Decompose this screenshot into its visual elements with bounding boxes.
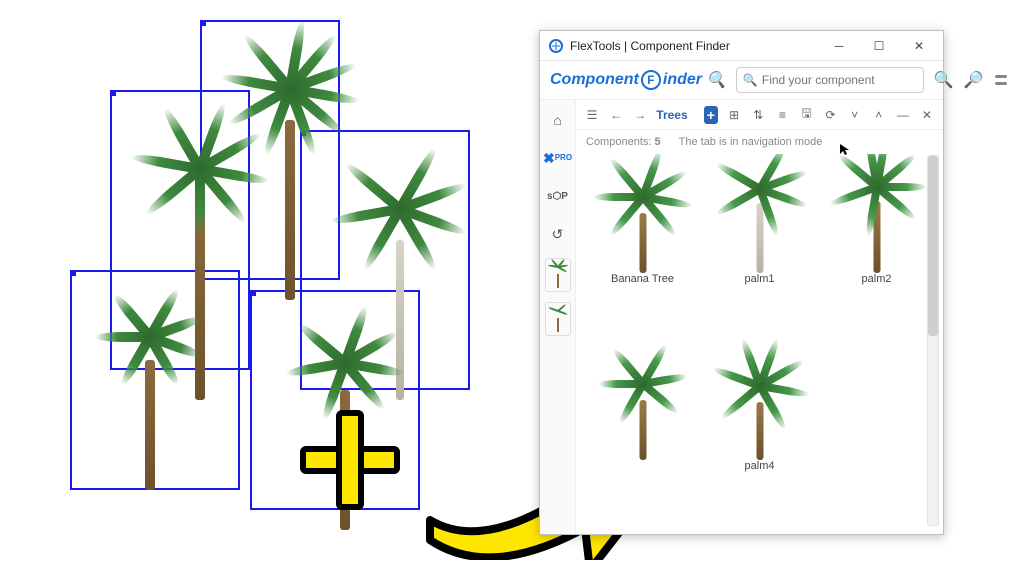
zoom-in-icon[interactable]: 🔍 xyxy=(934,70,954,90)
components-count-value: 5 xyxy=(655,136,661,148)
collapse-up-icon[interactable]: ˅ xyxy=(847,105,863,125)
app-logo: Component F inder 🔍 xyxy=(550,70,726,90)
component-card[interactable]: palm4 xyxy=(705,345,814,524)
component-grid[interactable]: Banana Tree palm1 xyxy=(576,154,943,534)
minimize-tab-icon[interactable]: — xyxy=(895,105,911,125)
component-card[interactable]: palm2 xyxy=(822,158,931,337)
filter-icon[interactable]: ≡ xyxy=(774,105,790,125)
palm-model[interactable] xyxy=(100,290,200,490)
tab-toolbar: ☰ ← → Trees + ⊞ ⇅ ≡ 🖫 ⟳ ˅ ˄ — ✕ xyxy=(576,100,943,130)
settings-icon[interactable] xyxy=(994,70,1008,90)
save-icon[interactable]: 🖫 xyxy=(798,105,814,125)
component-card[interactable]: Banana Tree xyxy=(588,158,697,337)
pro-badge[interactable]: ✖ PRO xyxy=(544,144,572,172)
plus-overlay-icon xyxy=(300,410,400,510)
breadcrumb[interactable]: Trees xyxy=(656,108,687,122)
components-count-label: Components: xyxy=(586,136,651,148)
zoom-out-icon[interactable]: 🔎 xyxy=(964,70,984,90)
history-button[interactable]: ↺ xyxy=(544,220,572,248)
sidebar-thumb-2[interactable] xyxy=(545,302,571,336)
skp-button[interactable]: s⬡P xyxy=(544,182,572,210)
window-title: FlexTools | Component Finder xyxy=(570,39,730,53)
add-component-button[interactable]: + xyxy=(704,106,718,124)
component-label: Banana Tree xyxy=(611,273,674,285)
component-label: palm1 xyxy=(745,273,775,285)
minimize-button[interactable]: ─ xyxy=(819,32,859,60)
magnifier-icon: 🔍 xyxy=(706,70,726,90)
scrollbar-thumb[interactable] xyxy=(928,156,938,336)
new-folder-icon[interactable]: ⊞ xyxy=(726,105,742,125)
titlebar[interactable]: FlexTools | Component Finder ─ ☐ ✕ xyxy=(540,31,943,61)
sort-icon[interactable]: ⇅ xyxy=(750,105,766,125)
expand-down-icon[interactable]: ˄ xyxy=(871,105,887,125)
close-tab-icon[interactable]: ✕ xyxy=(919,105,935,125)
main-panel: ☰ ← → Trees + ⊞ ⇅ ≡ 🖫 ⟳ ˅ ˄ — ✕ Componen… xyxy=(576,100,943,534)
component-label: palm2 xyxy=(862,273,892,285)
nav-back-button[interactable]: ← xyxy=(608,105,624,125)
vertical-scrollbar[interactable] xyxy=(927,155,939,526)
logo-text-suffix: inder xyxy=(663,71,702,89)
header-bar: Component F inder 🔍 🔍 🔍 🔎 xyxy=(540,61,943,100)
component-card[interactable]: palm1 xyxy=(705,158,814,337)
refresh-icon[interactable]: ⟳ xyxy=(823,105,839,125)
home-button[interactable]: ⌂ xyxy=(544,106,572,134)
maximize-button[interactable]: ☐ xyxy=(859,32,899,60)
logo-text-prefix: Component xyxy=(550,71,639,89)
logo-badge: F xyxy=(641,70,661,90)
component-label: palm4 xyxy=(745,460,775,472)
close-button[interactable]: ✕ xyxy=(899,32,939,60)
nav-forward-button[interactable]: → xyxy=(632,105,648,125)
sidebar: ⌂ ✖ PRO s⬡P ↺ xyxy=(540,100,576,534)
search-icon: 🔍 xyxy=(743,73,758,87)
mode-text: The tab is in navigation mode xyxy=(679,136,823,148)
tree-view-icon[interactable]: ☰ xyxy=(584,105,600,125)
component-card[interactable] xyxy=(588,345,697,524)
search-box[interactable]: 🔍 xyxy=(736,67,924,93)
component-finder-window: FlexTools | Component Finder ─ ☐ ✕ Compo… xyxy=(539,30,944,535)
sidebar-thumb-1[interactable] xyxy=(545,258,571,292)
search-input[interactable] xyxy=(762,73,917,87)
app-icon xyxy=(548,38,564,54)
info-bar: Components: 5 The tab is in navigation m… xyxy=(576,130,943,154)
